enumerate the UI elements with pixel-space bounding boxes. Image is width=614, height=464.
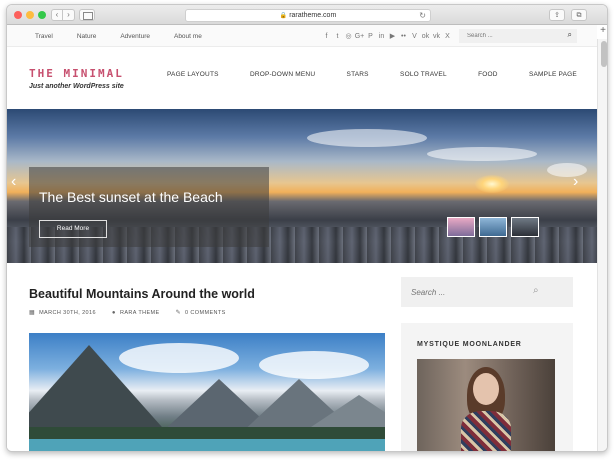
url-text: raratheme.com bbox=[289, 12, 337, 19]
calendar-icon: ▦ bbox=[29, 310, 36, 316]
share-icon[interactable]: ⇪ bbox=[549, 9, 565, 21]
lake bbox=[29, 439, 385, 451]
xing-icon[interactable]: X bbox=[442, 33, 453, 40]
top-bar: Travel Nature Adventure About me f t ◎ G… bbox=[7, 25, 597, 47]
search-icon[interactable]: ⌕ bbox=[568, 30, 572, 40]
main-navigation: PAGE LAYOUTS DROP-DOWN MENU STARS SOLO T… bbox=[167, 71, 577, 78]
nav-stars[interactable]: STARS bbox=[347, 71, 369, 78]
scrollbar[interactable] bbox=[597, 39, 607, 451]
nav-sample-page[interactable]: SAMPLE PAGE bbox=[529, 71, 577, 78]
post-meta: ▦ MARCH 30TH, 2016 ● RARA THEME ✎ 0 COMM… bbox=[29, 309, 226, 317]
nav-page-layouts[interactable]: PAGE LAYOUTS bbox=[167, 71, 219, 78]
sidebar-toggle-icon[interactable] bbox=[79, 9, 95, 21]
sidebar-search: ⌕ bbox=[401, 277, 573, 307]
author-widget: MYSTIQUE MOONLANDER bbox=[401, 323, 573, 451]
face-shape bbox=[473, 373, 499, 405]
vk-icon[interactable]: vk bbox=[431, 33, 442, 40]
odnoklassniki-icon[interactable]: ok bbox=[420, 33, 431, 40]
back-button[interactable]: ‹ bbox=[51, 9, 63, 21]
google-plus-icon[interactable]: G+ bbox=[354, 33, 365, 40]
widget-title: MYSTIQUE MOONLANDER bbox=[417, 341, 522, 348]
mountain-shape bbox=[29, 345, 169, 435]
slide-title[interactable]: The Best sunset at the Beach bbox=[39, 189, 223, 205]
post-author[interactable]: RARA THEME bbox=[120, 310, 160, 316]
slide-thumbnail[interactable] bbox=[479, 217, 507, 237]
post-title[interactable]: Beautiful Mountains Around the world bbox=[29, 287, 255, 301]
scrollbar-thumb[interactable] bbox=[601, 41, 607, 67]
search-icon[interactable]: ⌕ bbox=[533, 285, 539, 296]
pencil-icon: ✎ bbox=[175, 310, 182, 316]
hero-slider: The Best sunset at the Beach Read More ‹… bbox=[7, 109, 597, 263]
content-area: Beautiful Mountains Around the world ▦ M… bbox=[7, 263, 597, 451]
sun-glow bbox=[475, 175, 509, 193]
twitter-icon[interactable]: t bbox=[332, 33, 343, 40]
address-bar[interactable]: 🔒 raratheme.com ↻ bbox=[185, 9, 431, 22]
site-header: THE MINIMAL Just another WordPress site … bbox=[7, 47, 597, 109]
top-nav-travel[interactable]: Travel bbox=[35, 33, 53, 40]
nav-solo-travel[interactable]: SOLO TRAVEL bbox=[400, 71, 447, 78]
post-featured-image[interactable] bbox=[29, 333, 385, 451]
nav-drop-down-menu[interactable]: DROP-DOWN MENU bbox=[250, 71, 315, 78]
browser-window: ‹ › 🔒 raratheme.com ↻ ⇪ ⧉ + Travel Nature… bbox=[6, 4, 608, 452]
slide-thumbnail[interactable] bbox=[511, 217, 539, 237]
top-navigation: Travel Nature Adventure About me bbox=[35, 25, 226, 47]
flickr-icon[interactable]: •• bbox=[398, 33, 409, 40]
history-buttons: ‹ › bbox=[51, 9, 75, 21]
author-photo[interactable] bbox=[417, 359, 555, 451]
post-date[interactable]: MARCH 30TH, 2016 bbox=[39, 310, 96, 316]
social-links: f t ◎ G+ P in ▶ •• V ok vk X bbox=[321, 25, 453, 47]
new-tab-icon[interactable]: + bbox=[597, 25, 607, 39]
zoom-window-button[interactable] bbox=[38, 11, 46, 19]
facebook-icon[interactable]: f bbox=[321, 33, 332, 40]
youtube-icon[interactable]: ▶ bbox=[387, 32, 398, 40]
close-window-button[interactable] bbox=[14, 11, 22, 19]
next-slide-icon[interactable]: › bbox=[573, 173, 578, 191]
web-page: Travel Nature Adventure About me f t ◎ G… bbox=[7, 25, 597, 451]
reload-icon[interactable]: ↻ bbox=[419, 10, 426, 22]
top-search-input[interactable] bbox=[459, 29, 559, 43]
sidebar-search-input[interactable] bbox=[401, 277, 541, 307]
top-nav-about-me[interactable]: About me bbox=[174, 33, 202, 40]
pinterest-icon[interactable]: P bbox=[365, 33, 376, 40]
browser-toolbar: ‹ › 🔒 raratheme.com ↻ ⇪ ⧉ bbox=[7, 5, 607, 25]
scarf-shape bbox=[461, 411, 511, 451]
cloud-shape bbox=[427, 147, 537, 161]
slide-thumbnail[interactable] bbox=[447, 217, 475, 237]
site-tagline: Just another WordPress site bbox=[29, 83, 124, 90]
post-comments[interactable]: 0 COMMENTS bbox=[185, 310, 226, 316]
top-nav-adventure[interactable]: Adventure bbox=[120, 33, 150, 40]
user-icon: ● bbox=[111, 309, 116, 316]
tab-overview-icon[interactable]: ⧉ bbox=[571, 9, 587, 21]
site-title[interactable]: THE MINIMAL bbox=[29, 67, 124, 80]
cloud-shape bbox=[259, 351, 369, 379]
vimeo-icon[interactable]: V bbox=[409, 33, 420, 40]
read-more-button[interactable]: Read More bbox=[39, 220, 107, 238]
top-search: ⌕ bbox=[459, 29, 577, 43]
minimize-window-button[interactable] bbox=[26, 11, 34, 19]
forward-button[interactable]: › bbox=[63, 9, 75, 21]
lock-icon: 🔒 bbox=[279, 13, 288, 19]
top-nav-nature[interactable]: Nature bbox=[77, 33, 97, 40]
previous-slide-icon[interactable]: ‹ bbox=[11, 173, 16, 191]
nav-food[interactable]: FOOD bbox=[478, 71, 498, 78]
slide-caption: The Best sunset at the Beach Read More bbox=[29, 167, 269, 247]
cloud-shape bbox=[307, 129, 427, 147]
cloud-shape bbox=[547, 163, 587, 177]
instagram-icon[interactable]: ◎ bbox=[343, 32, 354, 40]
linkedin-icon[interactable]: in bbox=[376, 33, 387, 40]
